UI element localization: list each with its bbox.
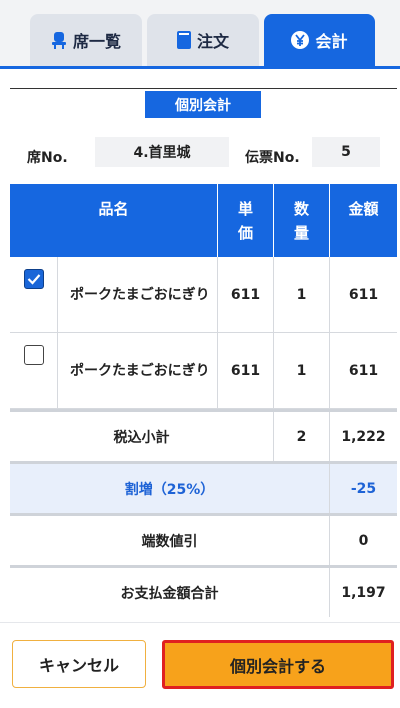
subtotal-row: 税込小計 2 1,222 — [10, 409, 397, 461]
header-qty: 数量 — [273, 184, 329, 257]
rounding-amount: 0 — [329, 516, 397, 565]
table-header: 品名 単価 数量 金額 — [10, 184, 397, 257]
item-amount: 611 — [329, 257, 397, 333]
subtotal-amount: 1,222 — [329, 412, 397, 461]
divider — [10, 88, 397, 89]
total-label: お支払金額合計 — [120, 585, 219, 602]
rounding-row: 端数値引 0 — [10, 513, 397, 565]
rounding-label: 端数値引 — [141, 533, 198, 550]
tab-checkout[interactable]: 会計 — [264, 14, 375, 66]
total-row: お支払金額合計 1,197 — [10, 565, 397, 617]
seat-label: 席No. — [27, 150, 68, 166]
cancel-button[interactable]: キャンセル — [12, 640, 146, 688]
item-unit-price: 611 — [217, 333, 273, 409]
header-name: 品名 — [98, 200, 129, 218]
subtotal-qty: 2 — [273, 412, 329, 461]
tab-bar: 席一覧 注文 会計 — [0, 0, 400, 66]
book-icon — [176, 31, 191, 49]
item-name: ポークたまごおにぎり — [57, 257, 217, 333]
item-qty: 1 — [273, 257, 329, 333]
check-icon — [27, 274, 40, 285]
total-amount: 1,197 — [329, 568, 397, 617]
item-checkbox[interactable] — [23, 345, 44, 365]
footer-divider — [0, 622, 400, 623]
tab-seat-list-label: 席一覧 — [72, 32, 121, 51]
seat-icon — [51, 31, 67, 49]
bill-table: 品名 単価 数量 金額 ポークたまごおにぎり 611 1 611 ポークたまごお… — [10, 184, 397, 617]
tab-order[interactable]: 注文 — [147, 14, 259, 66]
table-row: ポークたまごおにぎり 611 1 611 — [10, 257, 397, 333]
header-unit-price: 単価 — [217, 184, 273, 257]
tab-order-label: 注文 — [196, 32, 229, 51]
item-unit-price: 611 — [217, 257, 273, 333]
table-row: ポークたまごおにぎり 611 1 611 — [10, 333, 397, 409]
item-checkbox[interactable] — [23, 269, 44, 289]
surcharge-label: 割増（25%） — [124, 481, 215, 498]
slip-value: 5 — [312, 137, 380, 167]
slip-label: 伝票No. — [245, 150, 300, 166]
surcharge-row: 割増（25%） -25 — [10, 461, 397, 513]
split-bill-panel: 個別会計 席No. 4.首里城 伝票No. 5 品名 単価 数量 金額 ポークた… — [0, 69, 400, 708]
item-amount: 611 — [329, 333, 397, 409]
split-pay-button[interactable]: 個別会計する — [162, 640, 394, 689]
yen-icon — [291, 31, 310, 49]
subtotal-label: 税込小計 — [113, 429, 170, 446]
item-qty: 1 — [273, 333, 329, 409]
tab-seat-list[interactable]: 席一覧 — [30, 14, 142, 66]
seat-value: 4.首里城 — [95, 137, 229, 167]
tab-checkout-label: 会計 — [315, 32, 348, 51]
surcharge-amount: -25 — [329, 464, 397, 513]
page-title: 個別会計 — [145, 91, 261, 118]
header-amount: 金額 — [329, 184, 397, 257]
item-name: ポークたまごおにぎり — [57, 333, 217, 409]
